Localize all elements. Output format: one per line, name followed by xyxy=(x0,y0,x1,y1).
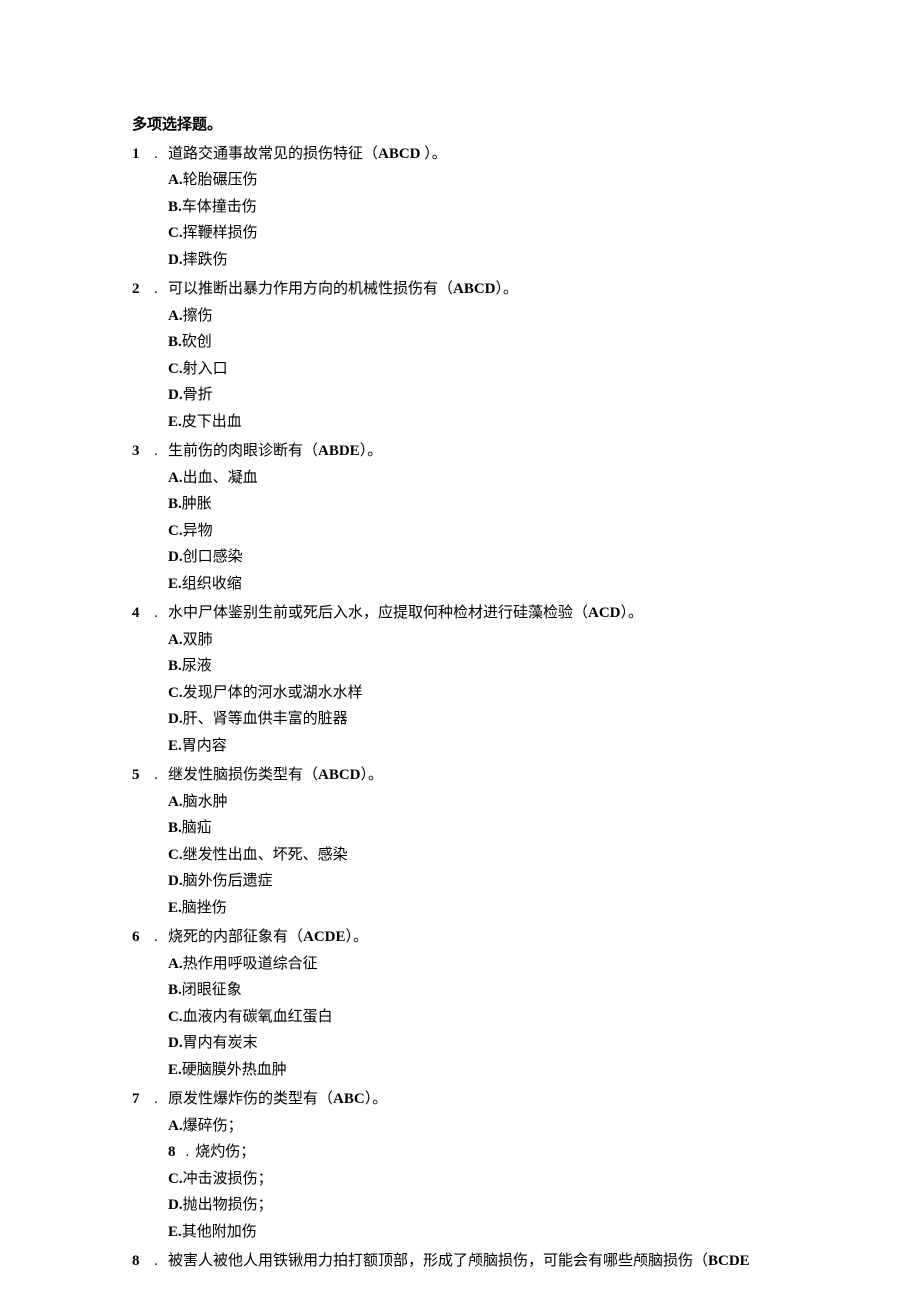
option-e: E.皮下出血 xyxy=(168,410,860,436)
option-a: A.热作用呼吸道综合征 xyxy=(168,952,860,978)
option-c: C.异物 xyxy=(168,519,860,545)
option-e: E.胃内容 xyxy=(168,734,860,760)
question-number: 6 xyxy=(132,925,154,951)
option-a: A.双肺 xyxy=(168,628,860,654)
question-2: 2 . 可以推断出暴力作用方向的机械性损伤有（ABCD）。 xyxy=(132,277,860,303)
dot: . xyxy=(154,439,168,465)
answer: BCDE xyxy=(708,1253,750,1269)
option-c: C.冲击波损伤； xyxy=(168,1167,860,1193)
answer: ABCD xyxy=(453,281,496,297)
option-c: C.射入口 xyxy=(168,357,860,383)
dot: . xyxy=(154,1249,168,1275)
option-c: C.继发性出血、坏死、感染 xyxy=(168,843,860,869)
option-b-numbered: 8.烧灼伤； xyxy=(168,1140,860,1166)
option-b: B.砍创 xyxy=(168,330,860,356)
option-d: D.肝、肾等血供丰富的脏器 xyxy=(168,707,860,733)
question-text: 道路交通事故常见的损伤特征（ABCD ）。 xyxy=(168,142,447,168)
option-b: B.脑疝 xyxy=(168,816,860,842)
option-c: C.挥鞭样损伤 xyxy=(168,221,860,247)
question-number: 8 xyxy=(132,1249,154,1275)
question-text: 被害人被他人用铁锹用力拍打额顶部，形成了颅脑损伤，可能会有哪些颅脑损伤（BCDE xyxy=(168,1249,750,1275)
option-e: E.其他附加伤 xyxy=(168,1220,860,1246)
question-text: 水中尸体鉴别生前或死后入水，应提取何种检材进行硅藻检验（ACD）。 xyxy=(168,601,643,627)
question-text: 继发性脑损伤类型有（ABCD）。 xyxy=(168,763,383,789)
option-a: A.轮胎碾压伤 xyxy=(168,168,860,194)
option-a: A.脑水肿 xyxy=(168,790,860,816)
option-b: B.肿胀 xyxy=(168,492,860,518)
dot: . xyxy=(154,1087,168,1113)
dot: . xyxy=(154,601,168,627)
option-d: D.摔跌伤 xyxy=(168,248,860,274)
option-b: B.车体撞击伤 xyxy=(168,195,860,221)
dot: . xyxy=(154,277,168,303)
options-q4: A.双肺 B.尿液 C.发现尸体的河水或湖水水样 D.肝、肾等血供丰富的脏器 E… xyxy=(132,628,860,760)
option-c: C.发现尸体的河水或湖水水样 xyxy=(168,681,860,707)
options-q2: A.擦伤 B.砍创 C.射入口 D.骨折 E.皮下出血 xyxy=(132,304,860,436)
dot: . xyxy=(154,925,168,951)
option-d: D.创口感染 xyxy=(168,545,860,571)
option-e: E.硬脑膜外热血肿 xyxy=(168,1058,860,1084)
dot: . xyxy=(154,142,168,168)
answer: ABC xyxy=(333,1091,365,1107)
document-page: 多项选择题。 1 . 道路交通事故常见的损伤特征（ABCD ）。 A.轮胎碾压伤… xyxy=(0,0,920,1315)
options-q1: A.轮胎碾压伤 B.车体撞击伤 C.挥鞭样损伤 D.摔跌伤 xyxy=(132,168,860,273)
question-6: 6 . 烧死的内部征象有（ACDE）。 xyxy=(132,925,860,951)
option-a: A.爆碎伤； xyxy=(168,1114,860,1140)
options-q3: A.出血、凝血 B.肿胀 C.异物 D.创口感染 E.组织收缩 xyxy=(132,466,860,598)
answer: ACDE xyxy=(303,929,346,945)
question-number: 2 xyxy=(132,277,154,303)
question-number: 4 xyxy=(132,601,154,627)
answer: ABCD xyxy=(318,767,361,783)
option-d: D.脑外伤后遗症 xyxy=(168,869,860,895)
options-q6: A.热作用呼吸道综合征 B.闭眼征象 C.血液内有碳氧血红蛋白 D.胃内有炭末 … xyxy=(132,952,860,1084)
option-d: D.抛出物损伤； xyxy=(168,1193,860,1219)
option-d: D.胃内有炭末 xyxy=(168,1031,860,1057)
question-4: 4 . 水中尸体鉴别生前或死后入水，应提取何种检材进行硅藻检验（ACD）。 xyxy=(132,601,860,627)
question-1: 1 . 道路交通事故常见的损伤特征（ABCD ）。 xyxy=(132,142,860,168)
answer: ABDE xyxy=(318,443,360,459)
question-text: 烧死的内部征象有（ACDE）。 xyxy=(168,925,368,951)
dot: . xyxy=(154,763,168,789)
option-a: A.擦伤 xyxy=(168,304,860,330)
question-7: 7 . 原发性爆炸伤的类型有（ABC）。 xyxy=(132,1087,860,1113)
answer: ABCD xyxy=(378,146,421,162)
question-text: 可以推断出暴力作用方向的机械性损伤有（ABCD）。 xyxy=(168,277,518,303)
question-number: 1 xyxy=(132,142,154,168)
section-title: 多项选择题。 xyxy=(132,112,860,138)
answer: ACD xyxy=(588,605,621,621)
option-b: B.闭眼征象 xyxy=(168,978,860,1004)
options-q7: A.爆碎伤； 8.烧灼伤； C.冲击波损伤； D.抛出物损伤； E.其他附加伤 xyxy=(132,1114,860,1246)
option-a: A.出血、凝血 xyxy=(168,466,860,492)
question-number: 3 xyxy=(132,439,154,465)
question-8: 8 . 被害人被他人用铁锹用力拍打额顶部，形成了颅脑损伤，可能会有哪些颅脑损伤（… xyxy=(132,1249,860,1275)
question-text: 原发性爆炸伤的类型有（ABC）。 xyxy=(168,1087,387,1113)
question-5: 5 . 继发性脑损伤类型有（ABCD）。 xyxy=(132,763,860,789)
option-b: B.尿液 xyxy=(168,654,860,680)
option-e: E.组织收缩 xyxy=(168,572,860,598)
option-d: D.骨折 xyxy=(168,383,860,409)
question-number: 7 xyxy=(132,1087,154,1113)
question-number: 5 xyxy=(132,763,154,789)
question-text: 生前伤的肉眼诊断有（ABDE）。 xyxy=(168,439,382,465)
question-3: 3 . 生前伤的肉眼诊断有（ABDE）。 xyxy=(132,439,860,465)
option-c: C.血液内有碳氧血红蛋白 xyxy=(168,1005,860,1031)
options-q5: A.脑水肿 B.脑疝 C.继发性出血、坏死、感染 D.脑外伤后遗症 E.脑挫伤 xyxy=(132,790,860,922)
option-e: E.脑挫伤 xyxy=(168,896,860,922)
